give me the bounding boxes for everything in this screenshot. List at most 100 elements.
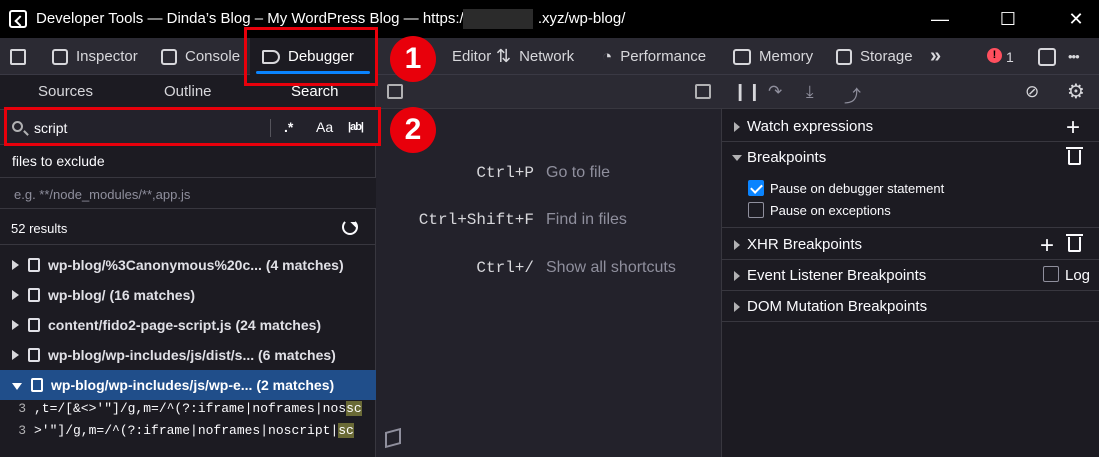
tab-inspector-label: Inspector [76, 48, 138, 65]
exclude-files-input[interactable] [14, 184, 354, 204]
shortcut-desc: Go to file [546, 164, 611, 181]
annotation-badge-1: 1 [390, 36, 436, 82]
xhr-breakpoints-header[interactable]: XHR Breakpoints + [722, 229, 1099, 260]
watch-expressions-label: Watch expressions [747, 118, 874, 135]
close-window-button[interactable]: ✕ [1053, 0, 1099, 38]
window-title-suffix: .xyz/wp-blog/ [537, 10, 626, 27]
file-icon [28, 258, 40, 272]
inspector-icon [52, 48, 68, 65]
result-match-count: (16 matches) [109, 287, 196, 303]
collapsed-caret-icon [12, 350, 19, 360]
window-title-text: Developer Tools — Dinda’s Blog – My Word… [36, 10, 468, 27]
result-file-row-selected[interactable]: wp-blog/wp-includes/js/wp-e... (2 matche… [0, 370, 376, 400]
error-count[interactable]: 1 [1006, 38, 1014, 75]
pause-on-debugger-row[interactable]: Pause on debugger statement [748, 180, 944, 196]
tab-network[interactable]: ⇅ Network [496, 38, 574, 75]
more-tools-button[interactable]: » [930, 38, 941, 75]
event-listener-breakpoints-header[interactable]: Event Listener Breakpoints Log [722, 260, 1099, 291]
expanded-caret-icon [12, 382, 22, 390]
add-watch-icon[interactable]: + [1066, 114, 1080, 142]
pause-on-exceptions-row[interactable]: Pause on exceptions [748, 202, 891, 218]
result-match-count: (24 matches) [235, 317, 322, 333]
console-icon [161, 48, 177, 65]
line-match-highlight: sc [346, 401, 362, 416]
event-listener-label: Event Listener Breakpoints [747, 267, 927, 284]
performance-icon: ◔ [602, 46, 613, 66]
result-file-row[interactable]: content/fido2-page-script.js (24 matches… [0, 310, 376, 340]
result-line-row[interactable]: 3 >'"]/g,m=/^(?:iframe|noframes|noscript|… [0, 423, 376, 445]
debugger-sidebar: ❙❙ ↷ ⤓ ⤴ ⊘ ⚙ Watch expressions + Breakpo… [722, 75, 1099, 457]
devtools-app-icon [9, 10, 27, 28]
collapse-debugger-icon[interactable] [695, 84, 711, 99]
trash-icon[interactable] [1066, 147, 1083, 165]
dock-icon [1038, 47, 1056, 66]
annotation-badge-2: 2 [390, 107, 436, 153]
tab-inspector[interactable]: Inspector [52, 38, 138, 75]
results-count: 52 results [11, 221, 68, 236]
window-titlebar: Developer Tools — Dinda’s Blog – My Word… [0, 0, 1099, 38]
step-out-icon[interactable]: ⤴ [844, 82, 861, 107]
minimize-button[interactable]: — [917, 0, 963, 38]
collapsed-caret-icon [12, 290, 19, 300]
pause-on-debugger-label: Pause on debugger statement [770, 180, 945, 196]
breakpoints-section: Breakpoints Pause on debugger statement … [722, 142, 1099, 228]
disable-breakpoints-icon[interactable]: ⊘ [1025, 82, 1039, 102]
dom-mutation-breakpoints-header[interactable]: DOM Mutation Breakpoints [722, 291, 1099, 322]
result-match-count: (4 matches) [265, 257, 344, 273]
collapsed-caret-icon [734, 122, 740, 132]
shortcut-desc: Show all shortcuts [546, 259, 676, 276]
tab-console-label: Console [185, 48, 241, 65]
result-file-row[interactable]: wp-blog/wp-includes/js/dist/s... (6 matc… [0, 340, 376, 370]
add-xhr-icon[interactable]: + [1040, 232, 1054, 260]
subtab-sources[interactable]: Sources [38, 83, 93, 100]
breakpoints-label[interactable]: Breakpoints [747, 149, 826, 166]
result-file-row[interactable]: wp-blog/ (16 matches) [0, 280, 376, 310]
subtab-outline[interactable]: Outline [164, 83, 212, 100]
picker-icon [10, 48, 26, 65]
tab-performance[interactable]: ◔ Performance [602, 38, 706, 75]
result-match-count: (6 matches) [258, 347, 336, 363]
tab-storage[interactable]: Storage [836, 38, 913, 75]
result-file-name: wp-blog/wp-includes/js/dist/s... [48, 347, 255, 363]
step-in-icon[interactable]: ⤓ [806, 82, 814, 102]
collapsed-caret-icon [734, 271, 740, 281]
trash-icon[interactable] [1066, 234, 1083, 252]
pause-icon[interactable]: ❙❙ [733, 82, 762, 102]
element-picker-button[interactable] [10, 38, 26, 75]
step-over-icon[interactable]: ↷ [768, 82, 782, 102]
file-icon [28, 288, 40, 302]
gear-icon[interactable]: ⚙ [1067, 79, 1085, 104]
source-map-icon[interactable] [385, 427, 401, 449]
result-file-name: wp-blog/wp-includes/js/wp-e... [51, 377, 253, 393]
maximize-button[interactable]: ☐ [985, 0, 1031, 38]
result-match-count: (2 matches) [256, 377, 335, 393]
tab-memory[interactable]: Memory [733, 38, 813, 75]
tab-console[interactable]: Console [161, 38, 240, 75]
watch-expressions-header[interactable]: Watch expressions + [722, 111, 1099, 142]
file-icon [28, 348, 40, 362]
result-line-row[interactable]: 3 ,t=/[&<>'"]/g,m=/^(?:iframe|noframes|no… [0, 401, 376, 423]
shortcut-key: Ctrl+Shift+F [418, 211, 534, 229]
devtools-toolbar: Inspector Console Debugger Editor ⇅ Netwo… [0, 38, 1099, 75]
log-checkbox[interactable] [1043, 266, 1059, 282]
pause-on-exceptions-label: Pause on exceptions [770, 202, 891, 218]
debugger-controls: ❙❙ ↷ ⤓ ⤴ ⊘ ⚙ [722, 75, 1099, 109]
shortcut-key: Ctrl+P [476, 164, 534, 182]
annotation-box-debugger [244, 27, 378, 86]
devtools-menu-button[interactable]: ••• [1068, 38, 1080, 75]
dock-toggle-button[interactable] [1038, 38, 1056, 75]
result-file-row[interactable]: wp-blog/%3Canonymous%20c... (4 matches) [0, 250, 376, 280]
line-text: ,t=/[&<>'"]/g,m=/^(?:iframe|noframes|nos [34, 401, 347, 416]
shortcut-desc: Find in files [546, 211, 627, 228]
pause-on-exceptions-checkbox[interactable] [748, 202, 764, 218]
refresh-icon[interactable] [342, 219, 358, 235]
exclude-field-wrap [0, 177, 376, 209]
line-number: 3 [18, 423, 26, 438]
pause-on-debugger-checkbox[interactable] [748, 180, 764, 196]
collapse-sources-icon[interactable] [387, 84, 403, 99]
network-icon: ⇅ [496, 46, 512, 66]
error-icon[interactable]: ! [987, 48, 1002, 63]
tab-memory-label: Memory [759, 48, 814, 65]
file-icon [28, 318, 40, 332]
collapsed-caret-icon [12, 320, 19, 330]
